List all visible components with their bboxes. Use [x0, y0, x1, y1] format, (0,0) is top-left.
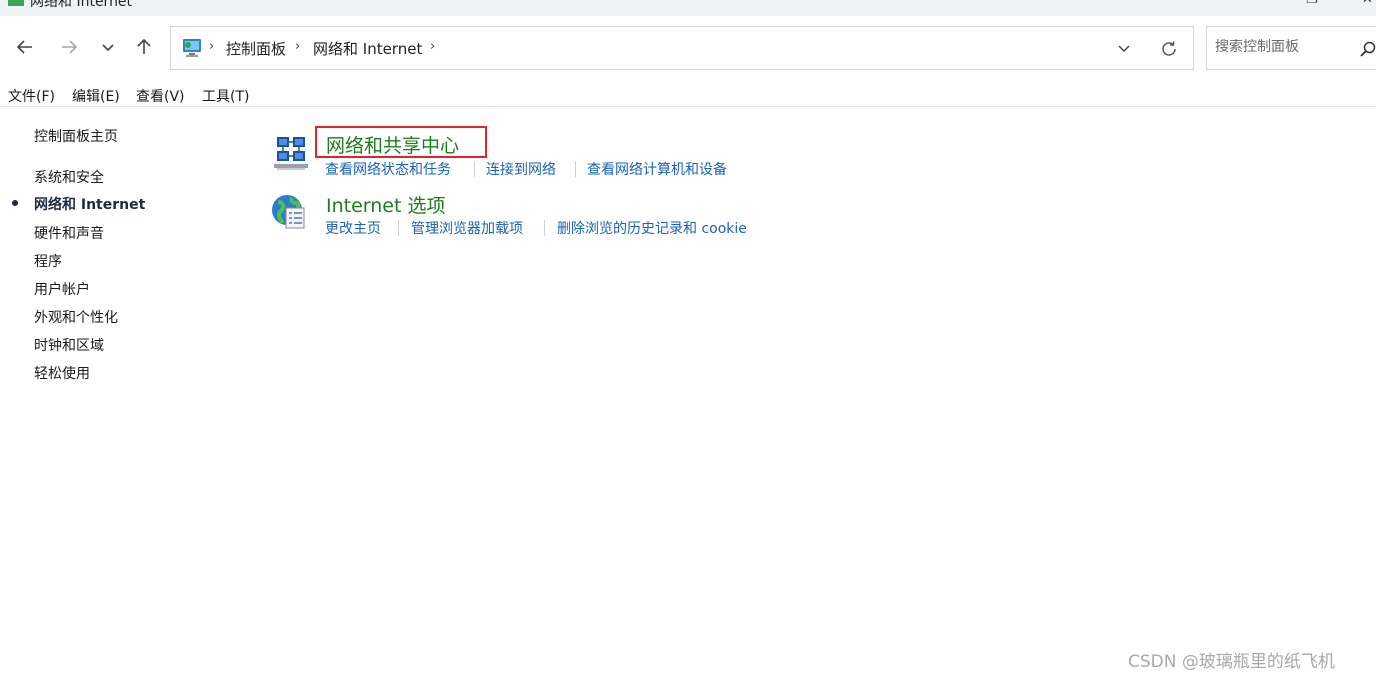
- active-indicator: [12, 200, 18, 206]
- menu-edit[interactable]: 编辑(E): [72, 86, 120, 106]
- close-icon[interactable]: ✕: [1362, 0, 1373, 7]
- category-title-internet-options[interactable]: Internet 选项: [326, 191, 445, 218]
- breadcrumb-separator[interactable]: ›: [295, 39, 300, 54]
- sidebar-item-hardware-sound[interactable]: 硬件和声音: [34, 223, 104, 243]
- search-icon[interactable]: [1359, 40, 1376, 58]
- sidebar-item-ease-of-access[interactable]: 轻松使用: [34, 363, 90, 383]
- breadcrumb-separator[interactable]: ›: [430, 39, 435, 54]
- breadcrumb-network-internet[interactable]: 网络和 Internet: [313, 38, 422, 59]
- category-title-network-sharing-center[interactable]: 网络和共享中心: [326, 131, 459, 158]
- sidebar-item-user-accounts[interactable]: 用户帐户: [34, 279, 90, 299]
- task-separator: [575, 161, 576, 177]
- forward-button[interactable]: [54, 32, 84, 62]
- address-bar[interactable]: › 控制面板 › 网络和 Internet ›: [170, 26, 1194, 70]
- task-separator: [474, 161, 475, 177]
- watermark-text: CSDN @玻璃瓶里的纸飞机: [1128, 652, 1335, 672]
- task-link-change-homepage[interactable]: 更改主页: [325, 218, 381, 238]
- sidebar-item-system-security[interactable]: 系统和安全: [34, 167, 104, 187]
- breadcrumb-separator[interactable]: ›: [209, 39, 214, 54]
- task-link-delete-browsing-history[interactable]: 删除浏览的历史记录和 cookie: [557, 218, 747, 238]
- sidebar-item-appearance[interactable]: 外观和个性化: [34, 307, 118, 327]
- recent-locations-button[interactable]: [93, 32, 123, 62]
- internet-options-globe-icon[interactable]: [270, 192, 310, 232]
- menu-view[interactable]: 查看(V): [136, 86, 185, 106]
- sidebar-item-clock-region[interactable]: 时钟和区域: [34, 335, 104, 355]
- refresh-icon[interactable]: [1159, 39, 1179, 59]
- task-separator: [398, 220, 399, 236]
- control-panel-icon: [183, 39, 201, 57]
- sidebar-item-programs[interactable]: 程序: [34, 251, 62, 271]
- address-dropdown-icon[interactable]: [1115, 39, 1133, 57]
- menu-file[interactable]: 文件(F): [8, 86, 55, 106]
- arrow-left-icon: [16, 40, 32, 54]
- window-title: 网络和 Internet: [30, 0, 133, 10]
- chevron-down-icon: [102, 44, 114, 52]
- title-bar: 网络和 Internet ❐ ✕: [0, 0, 1376, 16]
- arrow-right-icon: [62, 40, 78, 54]
- task-link-connect-to-network[interactable]: 连接到网络: [486, 159, 556, 179]
- sidebar-item-network-internet[interactable]: 网络和 Internet: [34, 194, 145, 214]
- menu-bar: 文件(F) 编辑(E) 查看(V) 工具(T): [0, 82, 1376, 107]
- network-sharing-center-icon[interactable]: [271, 134, 311, 174]
- breadcrumb-control-panel[interactable]: 控制面板: [226, 38, 286, 59]
- restore-icon[interactable]: ❐: [1306, 0, 1318, 7]
- task-separator: [544, 220, 545, 236]
- back-button[interactable]: [10, 32, 40, 62]
- task-link-view-network-status[interactable]: 查看网络状态和任务: [325, 159, 451, 179]
- task-link-manage-addons[interactable]: 管理浏览器加载项: [411, 218, 523, 238]
- up-button[interactable]: [129, 32, 159, 62]
- search-box[interactable]: [1206, 26, 1376, 70]
- search-input[interactable]: [1215, 39, 1345, 55]
- menu-tools[interactable]: 工具(T): [202, 86, 249, 106]
- task-link-view-network-computers[interactable]: 查看网络计算机和设备: [587, 159, 727, 179]
- network-folder-icon: [8, 0, 24, 6]
- arrow-up-icon: [137, 38, 151, 54]
- sidebar-home-link[interactable]: 控制面板主页: [34, 126, 118, 146]
